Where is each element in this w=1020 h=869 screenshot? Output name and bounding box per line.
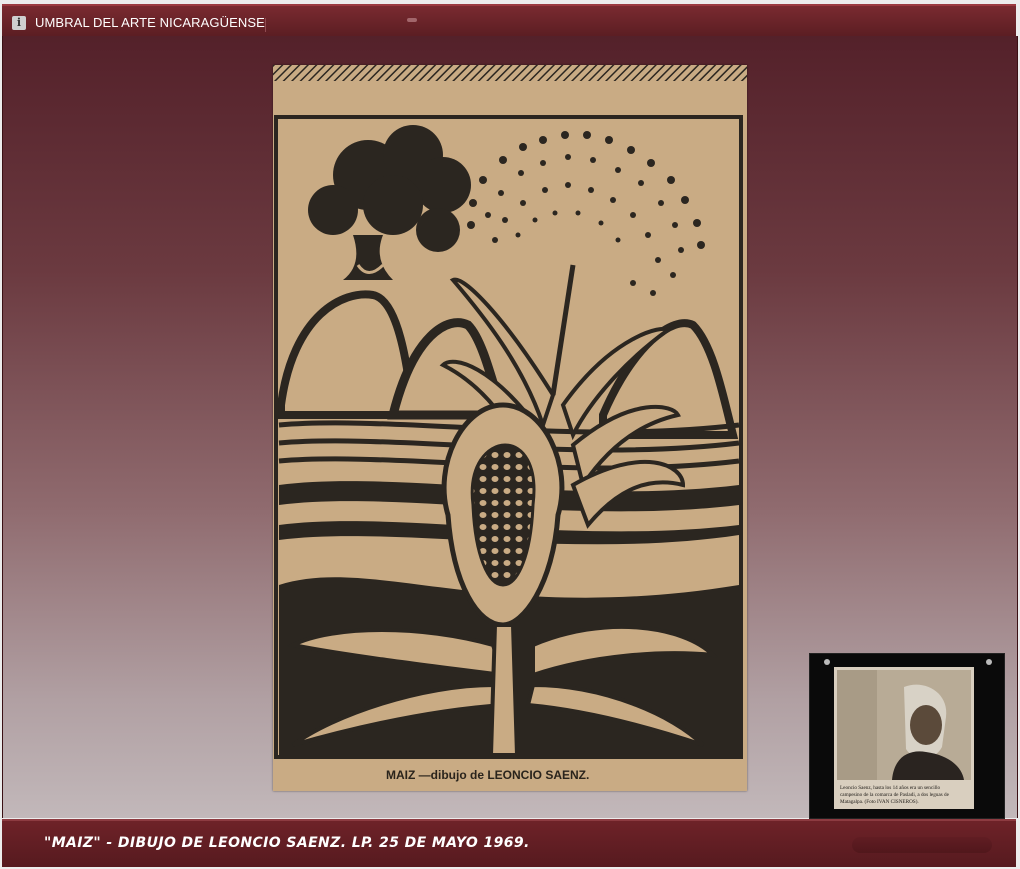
image-viewer: MAIZ —dibujo de LEONCIO SAENZ. Leoncio S… xyxy=(2,36,1018,819)
caption-bar: "MAIZ" - DIBUJO DE LEONCIO SAENZ. LP. 25… xyxy=(2,819,1016,867)
artist-portrait: Leoncio Saenz, hasta los 14 años era un … xyxy=(837,670,971,805)
navigation-controls[interactable] xyxy=(852,837,992,853)
viewer-window: i UMBRAL DEL ARTE NICARAGÜENSE MAIZ —dib… xyxy=(0,0,1020,869)
photo-caption-line-1: Leoncio Saenz, hasta los 14 años era un … xyxy=(840,785,941,791)
maiz-drawing: MAIZ —dibujo de LEONCIO SAENZ. xyxy=(273,65,747,791)
title-separator xyxy=(265,18,266,32)
photo-caption-line-2: campesino de la comarca de Pasladi, a do… xyxy=(840,792,950,798)
pin-icon xyxy=(824,659,830,665)
drag-handle[interactable] xyxy=(407,18,417,22)
artist-photo-thumbnail[interactable]: Leoncio Saenz, hasta los 14 años era un … xyxy=(809,653,1005,819)
title-bar: i UMBRAL DEL ARTE NICARAGÜENSE xyxy=(2,4,1016,38)
photo-caption-line-3: Matagalpa. (Foto IVAN CISNEROS). xyxy=(840,798,919,805)
pin-icon xyxy=(986,659,992,665)
main-artwork[interactable]: MAIZ —dibujo de LEONCIO SAENZ. xyxy=(273,65,747,791)
image-caption: "MAIZ" - DIBUJO DE LEONCIO SAENZ. LP. 25… xyxy=(44,835,530,851)
info-icon[interactable]: i xyxy=(12,16,26,30)
photo-clipping: Leoncio Saenz, hasta los 14 años era un … xyxy=(834,667,974,809)
page-title: UMBRAL DEL ARTE NICARAGÜENSE xyxy=(35,15,265,30)
printed-caption: MAIZ —dibujo de LEONCIO SAENZ. xyxy=(386,768,589,782)
